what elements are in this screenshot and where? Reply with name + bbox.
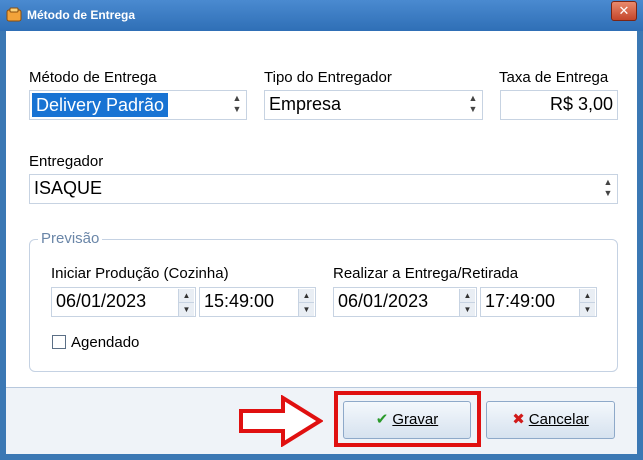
close-icon[interactable]: ✕ [611, 1, 637, 21]
inicio-label: Iniciar Produção (Cozinha) [51, 265, 229, 282]
window-title: Método de Entrega [27, 8, 136, 22]
agendado-checkbox[interactable] [52, 335, 66, 349]
entrega-date-input[interactable]: 06/01/2023 ▲ ▼ [333, 287, 477, 317]
metodo-value: Delivery Padrão [32, 93, 169, 117]
metodo-label: Método de Entrega [29, 69, 157, 86]
title-bar[interactable]: Método de Entrega ✕ [0, 0, 643, 31]
entregador-select[interactable]: ISAQUE ▲ ▼ [29, 174, 618, 204]
date-spinner-icon[interactable]: ▲ ▼ [178, 289, 194, 316]
cancelar-button[interactable]: ✖ Cancelar [486, 401, 615, 439]
agendado-label: Agendado [71, 334, 140, 351]
entrega-date-value: 06/01/2023 [338, 291, 429, 311]
updown-icon: ▲ ▼ [468, 93, 478, 114]
inicio-date-value: 06/01/2023 [56, 291, 147, 311]
entrega-label: Realizar a Entrega/Retirada [333, 265, 519, 282]
entrega-time-input[interactable]: 17:49:00 ▲ ▼ [480, 287, 597, 317]
taxa-value: R$ 3,00 [549, 94, 613, 114]
app-icon [6, 7, 22, 22]
date-spinner-icon[interactable]: ▲ ▼ [459, 289, 475, 316]
entregador-label: Entregador [29, 153, 104, 170]
entrega-time-value: 17:49:00 [485, 291, 556, 311]
inicio-time-input[interactable]: 15:49:00 ▲ ▼ [199, 287, 316, 317]
inicio-time-value: 15:49:00 [204, 291, 275, 311]
metodo-select[interactable]: Delivery Padrão ▲ ▼ [29, 90, 247, 120]
taxa-input[interactable]: R$ 3,00 [500, 90, 618, 120]
previsao-title: Previsão [38, 230, 103, 247]
updown-icon: ▲ ▼ [603, 177, 613, 198]
inicio-date-input[interactable]: 06/01/2023 ▲ ▼ [51, 287, 196, 317]
time-spinner-icon[interactable]: ▲ ▼ [579, 289, 595, 316]
tipo-label: Tipo do Entregador [264, 69, 392, 86]
gravar-button[interactable]: ✔ Gravar [343, 401, 471, 439]
taxa-label: Taxa de Entrega [499, 69, 609, 86]
time-spinner-icon[interactable]: ▲ ▼ [298, 289, 314, 316]
gravar-label: Gravar [392, 411, 439, 428]
entregador-value: ISAQUE [34, 178, 103, 198]
cancelar-label: Cancelar [528, 411, 589, 428]
updown-icon: ▲ ▼ [232, 93, 242, 114]
tipo-select[interactable]: Empresa ▲ ▼ [264, 90, 483, 120]
annotation-arrow-icon [239, 395, 323, 447]
cancel-x-icon: ✖ [512, 411, 525, 428]
check-icon: ✔ [375, 411, 389, 428]
tipo-value: Empresa [269, 94, 342, 114]
